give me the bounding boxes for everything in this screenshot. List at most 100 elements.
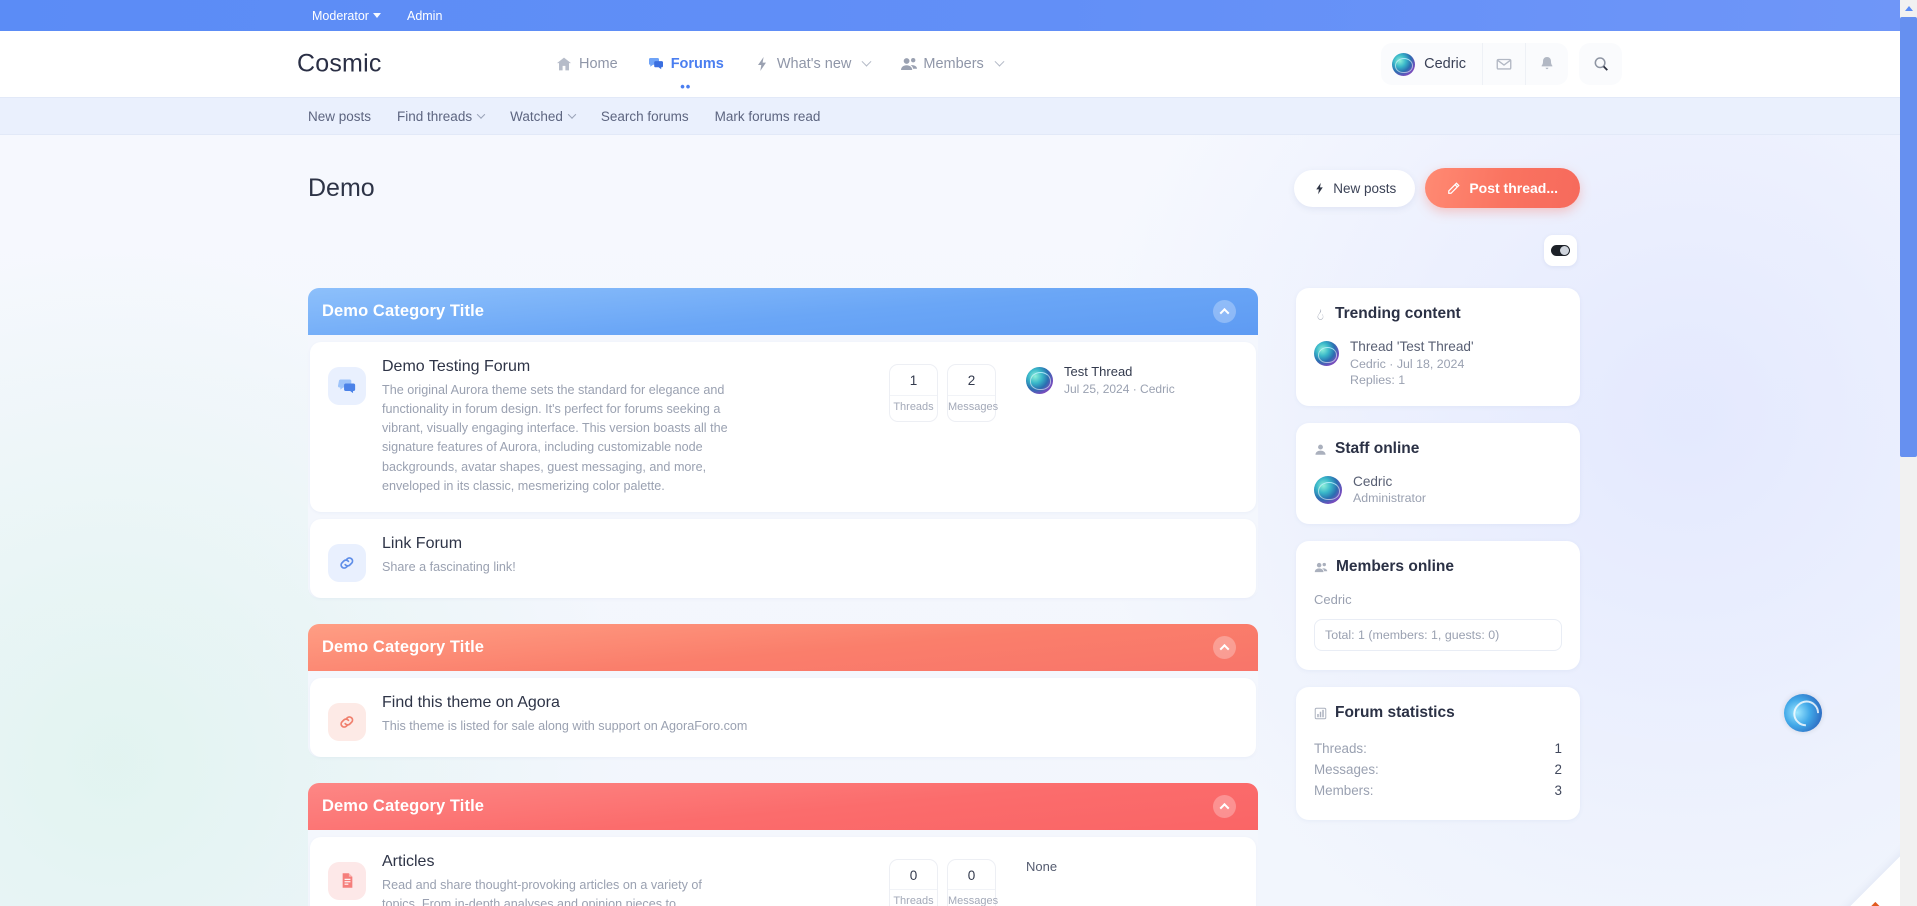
chevron-up-icon (1219, 802, 1230, 813)
compact-view-toggle[interactable] (1544, 235, 1577, 266)
last-post-meta: Jul 25, 2024 · Cedric (1064, 382, 1175, 396)
category-collapse-button[interactable] (1213, 794, 1236, 818)
category-node-list: Find this theme on Agora This theme is l… (308, 670, 1258, 757)
subnav-item-new-posts[interactable]: New posts (308, 109, 371, 124)
forum-node-title[interactable]: Find this theme on Agora (382, 694, 1234, 712)
threads-label: Threads (890, 394, 937, 413)
staff-member-role: Administrator (1353, 491, 1426, 505)
scroll-up-button[interactable] (1900, 0, 1917, 17)
search-button[interactable] (1579, 43, 1622, 85)
category-header[interactable]: Demo Category Title (308, 288, 1258, 335)
forum-node-stats: 1 Threads 2 Messages (889, 364, 998, 422)
chevron-down-icon (372, 13, 381, 18)
chevron-down-icon (476, 110, 486, 119)
category-title: Demo Category Title (322, 302, 485, 320)
forum-statistics-card: Forum statistics Threads: 1 Messages: 2 … (1296, 687, 1580, 820)
members-online-card: Members online Cedric Total: 1 (members:… (1296, 541, 1580, 670)
members-online-total: Total: 1 (members: 1, guests: 0) (1314, 619, 1562, 651)
forum-node-description: The original Aurora theme sets the stand… (382, 383, 728, 493)
avatar[interactable] (1314, 341, 1339, 366)
subnav-item-search-forums[interactable]: Search forums (601, 109, 689, 124)
link-icon (328, 702, 366, 741)
staffbar-moderator-label: Moderator (312, 8, 369, 23)
site-header: Cosmic Home Forums •• What's new Members… (0, 31, 1900, 97)
category-collapse-button[interactable] (1213, 635, 1236, 659)
messages-label: Messages (948, 889, 998, 906)
members-online-title: Members online (1314, 558, 1562, 576)
nav-item-home[interactable]: Home (556, 31, 618, 97)
forum-node-title[interactable]: Link Forum (382, 535, 1234, 553)
chevron-down-icon (861, 56, 872, 67)
forum-category-list: Demo Category Title Demo Testing Forum T… (308, 288, 1258, 906)
last-post-title[interactable]: Test Thread (1064, 364, 1175, 379)
post-thread-button-label: Post thread... (1469, 180, 1558, 196)
staff-bar: Moderator Admin (0, 0, 1900, 31)
forum-node-title[interactable]: Demo Testing Forum (382, 358, 873, 376)
user-controls: Cedric (1381, 43, 1568, 85)
category-block: Demo Category Title (308, 288, 1258, 598)
new-posts-button[interactable]: New posts (1294, 169, 1416, 207)
staffbar-item-moderator[interactable]: Moderator (312, 9, 381, 23)
category-header[interactable]: Demo Category Title (308, 782, 1258, 830)
nav-item-members-label: Members (923, 56, 984, 72)
nav-item-forums-label: Forums (670, 56, 724, 72)
avatar[interactable] (1314, 475, 1342, 504)
vertical-scrollbar[interactable] (1900, 0, 1917, 906)
chevron-down-icon (994, 56, 1005, 67)
category-header[interactable]: Demo Category Title (308, 623, 1258, 671)
subnav-mark-forums-read-label: Mark forums read (714, 108, 821, 124)
main-navigation: Home Forums •• What's new Members (556, 31, 1005, 97)
category-title: Demo Category Title (322, 637, 485, 656)
forums-icon (648, 56, 664, 72)
page-content: Demo New posts Post thread... Demo Categ… (0, 135, 1900, 906)
threads-stat: 0 Threads (889, 858, 938, 906)
avatar (1392, 52, 1416, 76)
nav-active-indicator: •• (680, 79, 692, 94)
staffbar-item-admin[interactable]: Admin (407, 9, 442, 23)
staff-online-label: Staff online (1335, 440, 1420, 457)
messages-stat: 0 Messages (947, 858, 998, 906)
site-logo[interactable]: Cosmic (297, 50, 382, 79)
user-menu-button[interactable]: Cedric (1381, 44, 1482, 85)
chevron-down-icon (567, 110, 577, 119)
staffbar-admin-label: Admin (406, 8, 443, 23)
forum-statistics-label: Forum statistics (1335, 704, 1455, 721)
forum-statistics-title: Forum statistics (1314, 704, 1562, 722)
trending-content-title: Trending content (1314, 305, 1562, 323)
bolt-icon (1316, 182, 1324, 194)
staff-online-title: Staff online (1314, 440, 1562, 458)
nav-item-forums[interactable]: Forums •• (648, 31, 724, 97)
compose-icon (1448, 182, 1460, 194)
nav-item-home-label: Home (579, 56, 618, 72)
category-collapse-button[interactable] (1213, 300, 1236, 323)
forum-node-description: This theme is listed for sale along with… (382, 718, 748, 733)
subnav-item-mark-forums-read[interactable]: Mark forums read (715, 109, 821, 124)
category-block: Demo Category Title (308, 782, 1258, 906)
scrollbar-thumb[interactable] (1900, 17, 1917, 457)
page-actions: New posts Post thread... (1294, 168, 1580, 208)
online-member-name[interactable]: Cedric (1314, 592, 1562, 607)
header-actions: Cedric (1381, 43, 1622, 85)
subnav-item-find-threads[interactable]: Find threads (397, 109, 486, 124)
post-thread-button[interactable]: Post thread... (1425, 168, 1580, 208)
staff-member-name[interactable]: Cedric (1353, 474, 1426, 489)
members-icon (900, 56, 918, 72)
page-header: Demo New posts Post thread... (308, 163, 1580, 213)
trending-item-meta: Cedric · Jul 18, 2024 (1350, 357, 1465, 371)
inbox-button[interactable] (1482, 43, 1525, 85)
nav-item-members[interactable]: Members (900, 31, 1005, 97)
user-name: Cedric (1424, 56, 1466, 72)
avatar[interactable] (1026, 366, 1053, 394)
messages-label: Messages (948, 394, 998, 413)
trending-item-title[interactable]: Thread 'Test Thread' (1350, 339, 1474, 354)
category-node-list: Articles Read and share thought-provokin… (308, 829, 1258, 906)
last-post-title: None (1026, 858, 1058, 874)
threads-count: 1 (909, 373, 918, 388)
home-icon (556, 56, 572, 72)
subnav-item-watched[interactable]: Watched (510, 109, 577, 124)
forum-node-title[interactable]: Articles (382, 853, 873, 871)
alerts-button[interactable] (1525, 43, 1568, 85)
nav-item-whats-new[interactable]: What's new (754, 31, 872, 97)
statistics-row-label: Messages: (1314, 762, 1379, 777)
statistics-row-label: Members: (1314, 783, 1374, 798)
